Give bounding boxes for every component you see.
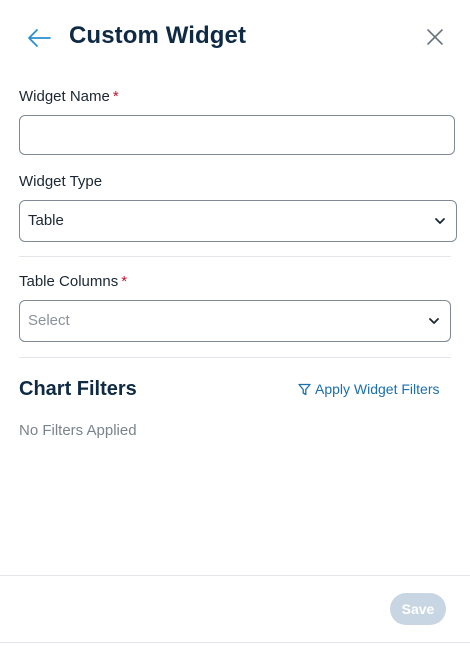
widget-name-label-text: Widget Name: [19, 88, 110, 105]
widget-name-label: Widget Name *: [19, 88, 119, 105]
table-columns-label: Table Columns *: [19, 273, 127, 290]
filter-icon: [298, 383, 311, 395]
chevron-down-icon: [435, 218, 445, 224]
table-columns-label-text: Table Columns: [19, 273, 119, 290]
divider: [19, 357, 451, 358]
close-icon: [427, 29, 443, 45]
apply-widget-filters-link[interactable]: Apply Widget Filters: [298, 381, 439, 397]
required-marker: *: [112, 88, 119, 105]
back-button[interactable]: [26, 26, 52, 50]
table-columns-select[interactable]: Select: [19, 300, 451, 342]
table-columns-placeholder: Select: [28, 312, 70, 329]
widget-name-input[interactable]: [20, 116, 454, 154]
apply-widget-filters-label: Apply Widget Filters: [315, 381, 440, 397]
widget-name-field[interactable]: [19, 115, 455, 155]
arrow-left-icon: [28, 29, 51, 47]
divider: [19, 256, 451, 257]
close-button[interactable]: [425, 27, 445, 47]
panel-header: Custom Widget: [0, 0, 470, 76]
page-title: Custom Widget: [69, 22, 247, 49]
chart-filters-title: Chart Filters: [19, 378, 137, 400]
widget-type-label: Widget Type: [19, 173, 103, 190]
bottom-divider: [0, 642, 470, 643]
chevron-down-icon: [429, 318, 439, 324]
save-button[interactable]: Save: [390, 593, 446, 625]
required-marker: *: [121, 273, 128, 290]
widget-type-select[interactable]: Table: [19, 200, 457, 242]
no-filters-text: No Filters Applied: [19, 422, 137, 439]
widget-type-value: Table: [28, 212, 64, 229]
footer-divider: [0, 575, 470, 576]
